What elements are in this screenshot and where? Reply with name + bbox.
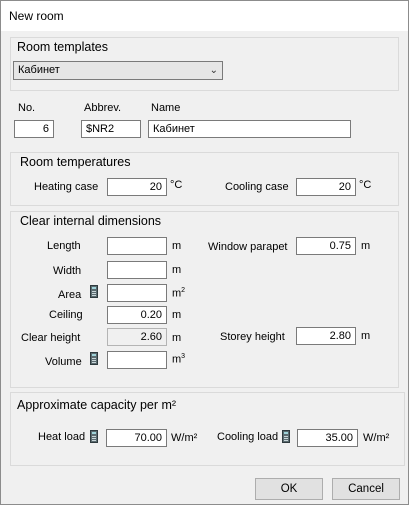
window-parapet-label: Window parapet (208, 241, 288, 253)
heating-case-field[interactable]: 20 (107, 178, 167, 196)
heating-unit: °C (170, 179, 183, 191)
calculator-icon[interactable] (90, 285, 98, 298)
volume-field[interactable] (107, 351, 167, 369)
volume-label: Volume (45, 356, 82, 368)
chevron-down-icon: ⌄ (209, 65, 218, 76)
cooling-case-label: Cooling case (225, 181, 289, 193)
window-parapet-unit: m (361, 240, 371, 252)
area-unit-exponent: 2 (181, 287, 186, 294)
heat-load-label: Heat load (38, 431, 86, 443)
clear-height-field: 2.60 (107, 328, 167, 346)
capacity-title: Approximate capacity per m² (17, 398, 177, 412)
area-unit-base: m (172, 287, 182, 300)
ok-button[interactable]: OK (255, 478, 323, 500)
new-room-dialog: New room Room templates Кабинет ⌄ No. Ab… (0, 0, 409, 505)
ceiling-field[interactable]: 0.20 (107, 306, 167, 324)
heating-case-label: Heating case (34, 181, 99, 193)
storey-height-unit: m (361, 330, 371, 342)
cooling-unit: °C (359, 179, 372, 191)
calculator-icon[interactable] (90, 430, 98, 443)
clear-height-unit: m (172, 332, 182, 344)
area-label: Area (58, 289, 82, 301)
room-temperatures-title: Room temperatures (20, 155, 131, 169)
cooling-load-label: Cooling load (217, 431, 279, 443)
width-field[interactable] (107, 261, 167, 279)
storey-height-label: Storey height (220, 331, 285, 343)
cancel-button[interactable]: Cancel (332, 478, 400, 500)
width-label: Width (53, 265, 82, 277)
length-unit: m (172, 240, 182, 252)
width-unit: m (172, 264, 182, 276)
room-template-select[interactable]: Кабинет ⌄ (13, 61, 223, 80)
heat-load-unit: W/m² (171, 432, 198, 444)
cooling-case-field[interactable]: 20 (296, 178, 356, 196)
calculator-icon[interactable] (282, 430, 290, 443)
ceiling-label: Ceiling (49, 309, 83, 321)
volume-unit-base: m (172, 353, 182, 366)
length-field[interactable] (107, 237, 167, 255)
window-title: New room (9, 9, 64, 23)
no-label: No. (18, 102, 36, 114)
clear-dimensions-title: Clear internal dimensions (20, 214, 162, 228)
cooling-load-field[interactable]: 35.00 (297, 429, 358, 447)
name-field[interactable]: Кабинет (148, 120, 351, 138)
clear-height-label: Clear height (21, 332, 81, 344)
room-templates-group: Room templates Кабинет ⌄ (10, 37, 399, 91)
cooling-load-unit: W/m² (363, 432, 390, 444)
ceiling-unit: m (172, 309, 182, 321)
name-label: Name (151, 102, 181, 114)
storey-height-field[interactable]: 2.80 (296, 327, 356, 345)
title-bar: New room (1, 1, 408, 31)
number-field[interactable]: 6 (14, 120, 54, 138)
abbrev-field[interactable]: $NR2 (81, 120, 141, 138)
volume-unit-exponent: 3 (181, 353, 186, 360)
heat-load-field[interactable]: 70.00 (106, 429, 167, 447)
area-field[interactable] (107, 284, 167, 302)
area-unit: m2 (172, 287, 185, 300)
room-templates-title: Room templates (17, 40, 109, 54)
room-template-value: Кабинет (18, 64, 60, 76)
volume-unit: m3 (172, 353, 185, 366)
calculator-icon[interactable] (90, 352, 98, 365)
length-label: Length (47, 240, 81, 252)
abbrev-label: Abbrev. (84, 102, 122, 114)
window-parapet-field[interactable]: 0.75 (296, 237, 356, 255)
